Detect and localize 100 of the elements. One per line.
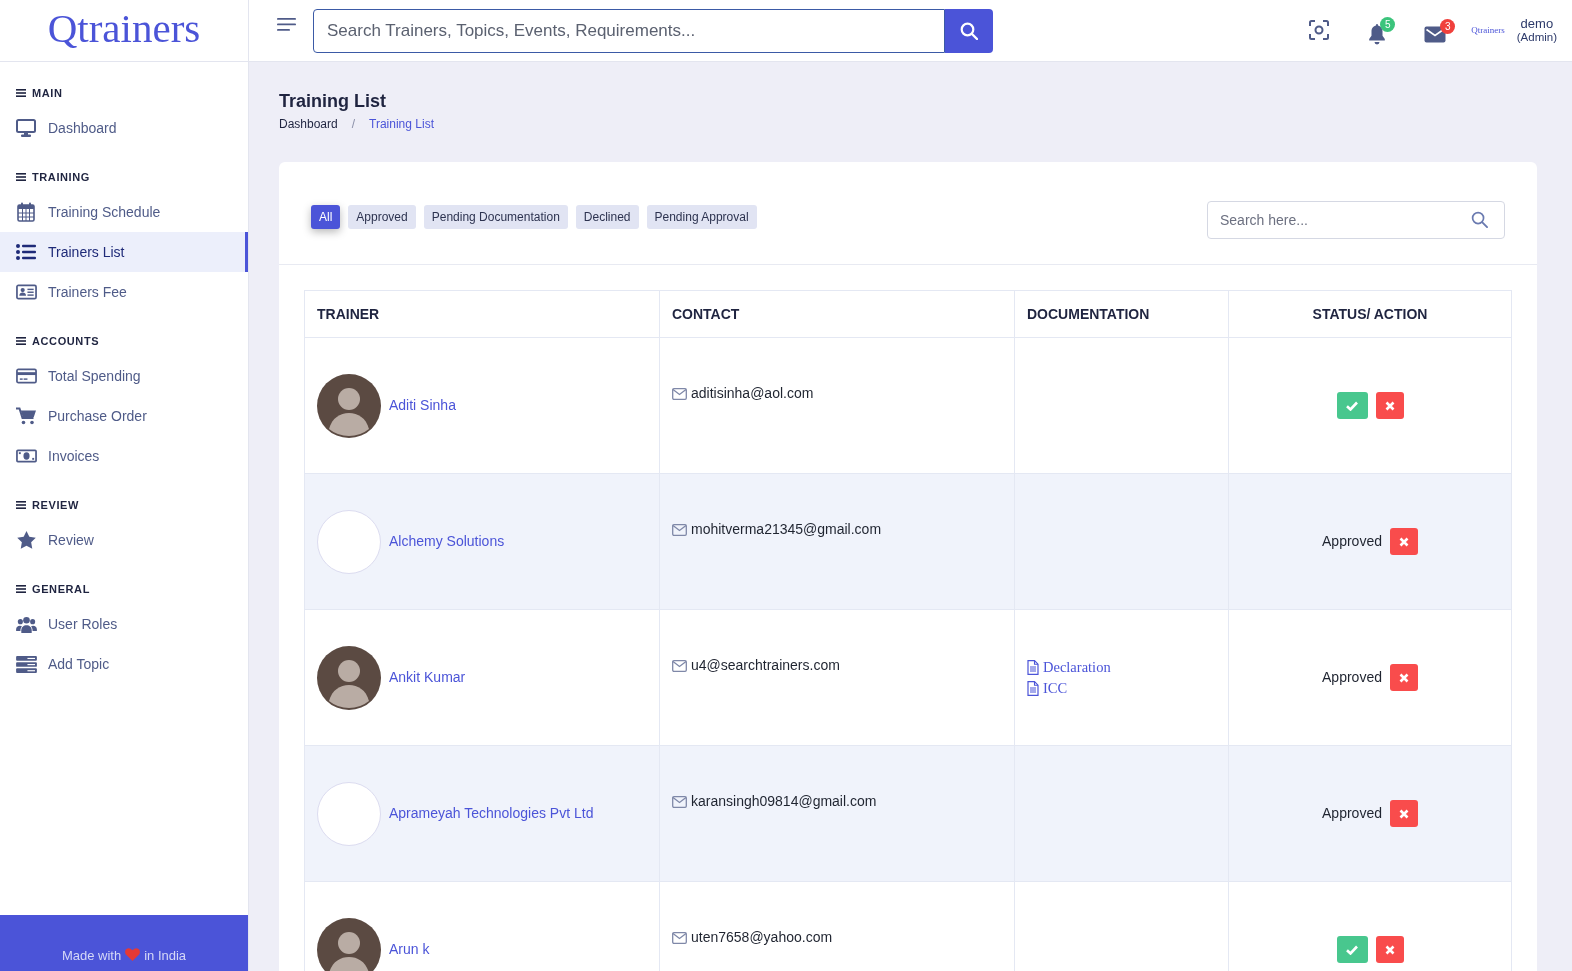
search-icon [960,21,978,40]
close-icon [1398,536,1409,547]
trainer-name-link[interactable]: Aprameyah Technologies Pvt Ltd [389,803,594,824]
sidebar-item[interactable]: Add Topic [0,644,248,684]
email-text: karansingh09814@gmail.com [691,792,877,811]
monitor-icon [16,119,36,137]
menu-icon [16,89,26,97]
email-text: u4@searchtrainers.com [691,656,840,675]
trainer-name-link[interactable]: Arun k [389,939,430,960]
server-icon [15,655,37,673]
document-icon [1027,680,1039,696]
menu-icon [16,173,26,181]
envelope-icon[interactable] [1424,26,1447,43]
section-heading: TRAINING [32,169,90,185]
credit-card-icon [15,368,37,384]
close-icon [1384,400,1395,411]
decline-button[interactable] [1389,664,1418,691]
check-icon [1346,400,1358,411]
user-logo: Qtrainers [1471,23,1505,37]
star-icon [16,531,36,549]
email-icon [672,523,687,536]
document-link[interactable]: ICC [1043,677,1068,699]
avatar-silhouette-icon [317,373,381,438]
trainer-name-link[interactable]: Ankit Kumar [389,667,466,688]
section-heading: GENERAL [32,581,90,597]
sidebar-item[interactable]: Total Spending [0,356,248,396]
menu-icon[interactable] [277,18,296,31]
email-icon [672,931,687,944]
user-role: (Admin) [1516,31,1557,46]
menu-icon [16,585,26,593]
breadcrumb-current: Training List [369,116,434,132]
email-text: mohitverma21345@gmail.com [691,520,882,539]
email-text: uten7658@yahoo.com [691,928,833,947]
section-heading: ACCOUNTS [32,333,100,349]
search-icon[interactable] [1471,211,1488,228]
cart-icon [16,407,36,425]
email-icon [672,795,687,808]
decline-button[interactable] [1375,936,1404,963]
filter-button[interactable]: All [311,205,341,229]
filter-button[interactable]: Pending Documentation [423,205,568,229]
breadcrumb-link[interactable]: Dashboard [279,116,338,132]
scan-icon[interactable] [1309,20,1330,41]
approve-button[interactable] [1336,392,1368,419]
document-icon [1027,659,1039,675]
status-text: Approved [1322,532,1382,551]
filter-button[interactable]: Approved [348,205,416,229]
sidebar-item[interactable]: Training Schedule [0,192,248,232]
trainer-name-link[interactable]: Alchemy Solutions [389,531,505,552]
brand-logo[interactable]: Qtrainers [47,8,201,53]
page-title: Training List [279,90,387,112]
user-name[interactable]: demo [1516,15,1557,32]
id-card-icon [15,284,37,300]
column-header: CONTACT [659,290,1015,338]
column-header: STATUS/ ACTION [1228,290,1512,338]
email-text: aditisinha@aol.com [691,384,814,403]
sidebar-item[interactable]: User Roles [0,604,248,644]
bell-icon[interactable] [1368,24,1387,45]
close-icon [1384,944,1395,955]
footer-text: in India [144,947,187,965]
users-icon [15,615,37,633]
search-field[interactable]: Search Trainers, Topics, Events, Requirements... [313,8,945,53]
sidebar-item[interactable]: Trainers List [0,232,248,272]
breadcrumb-separator: / [351,116,356,132]
filter-button[interactable]: Declined [575,205,639,229]
column-header: TRAINER [304,290,660,338]
heart-icon [125,948,141,961]
sidebar-item[interactable]: Invoices [0,436,248,476]
menu-icon [16,337,26,345]
email-icon [672,659,687,672]
sidebar-item[interactable]: Dashboard [0,108,248,148]
notification-count-badge: 5 [1380,17,1396,32]
search-button[interactable] [945,8,993,53]
approve-button[interactable] [1336,936,1368,963]
banknote-icon [15,449,37,463]
column-header: DOCUMENTATION [1014,290,1229,338]
decline-button[interactable] [1389,528,1418,555]
menu-icon [16,501,26,509]
close-icon [1398,672,1409,683]
section-heading: REVIEW [32,497,79,513]
filter-button[interactable]: Pending Approval [646,205,757,229]
status-text: Approved [1322,668,1382,687]
check-icon [1346,944,1358,955]
close-icon [1398,808,1409,819]
avatar-silhouette-icon [317,645,381,710]
footer-text: Made with [61,947,122,965]
sidebar-item[interactable]: Trainers Fee [0,272,248,312]
status-text: Approved [1322,804,1382,823]
decline-button[interactable] [1375,392,1404,419]
list-search-field[interactable]: Search here... [1207,201,1505,239]
message-count-badge: 3 [1440,19,1456,34]
section-heading: MAIN [32,85,63,101]
avatar-silhouette-icon [317,917,381,971]
email-icon [672,387,687,400]
sidebar-item[interactable]: Purchase Order [0,396,248,436]
decline-button[interactable] [1389,800,1418,827]
trainer-name-link[interactable]: Aditi Sinha [389,395,456,416]
list-icon [16,244,36,260]
sidebar-item[interactable]: Review [0,520,248,560]
document-link[interactable]: Declaration [1043,656,1111,678]
calendar-icon [17,202,35,222]
